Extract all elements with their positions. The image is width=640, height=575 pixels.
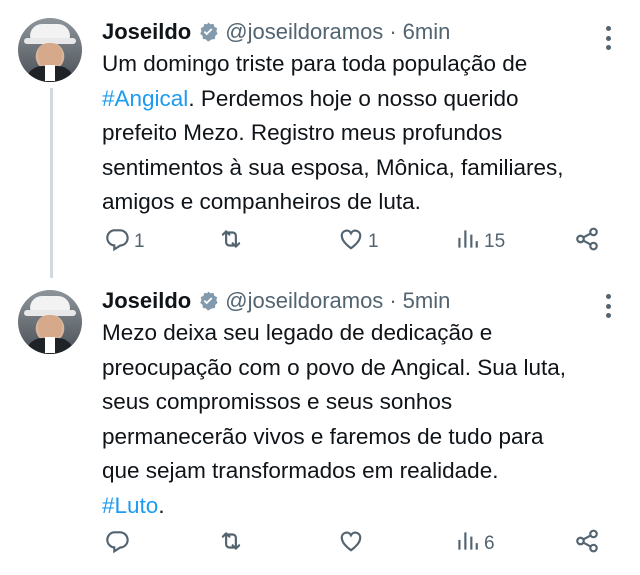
timestamp[interactable]: 5min [403, 287, 451, 315]
reply-icon [104, 528, 130, 560]
like-count: 1 [368, 231, 379, 252]
tweet-text-line: que sejam transformados em realidade. [102, 458, 499, 483]
verified-badge-icon [197, 21, 219, 43]
author-name[interactable]: Joseildo [102, 287, 191, 315]
heart-icon [338, 226, 364, 258]
separator-dot: · [389, 288, 397, 313]
hashtag-link[interactable]: #Luto [102, 493, 158, 518]
tweet-text-line: preocupação com o povo de Angical. Sua l… [102, 354, 567, 380]
tweet-text-line: amigos e companheiros de luta. [102, 189, 421, 214]
retweet-button[interactable] [218, 226, 248, 258]
reply-button[interactable] [104, 528, 134, 560]
timestamp[interactable]: 6min [403, 18, 451, 46]
share-button[interactable] [574, 226, 600, 258]
tweet-header: Joseildo @joseildoramos · 6min [102, 16, 450, 48]
views-count: 15 [484, 231, 506, 252]
author-name[interactable]: Joseildo [102, 18, 191, 46]
tweet-text-line: sentimentos à sua esposa, Mônica, famili… [102, 154, 564, 180]
views-icon [454, 226, 480, 258]
tweet-text-line: permanecerão vivos e faremos de tudo par… [102, 423, 544, 449]
like-button[interactable] [338, 528, 368, 560]
tweet-text-line: Um domingo triste para toda população de [102, 51, 528, 76]
share-icon [574, 226, 600, 258]
tweet[interactable]: Joseildo @joseildoramos · 6min Um doming… [0, 0, 640, 280]
tweet-text-fragment: . Perdemos hoje o nosso querido [188, 85, 519, 111]
tweet-text-line: #Luto. [102, 489, 627, 524]
author-handle[interactable]: @joseildoramos [225, 287, 383, 315]
tweet-header: Joseildo @joseildoramos · 5min [102, 285, 450, 317]
avatar[interactable] [18, 18, 82, 82]
verified-badge-icon [197, 290, 219, 312]
reply-button[interactable]: 1 [104, 226, 145, 258]
tweet-text-line: seus compromissos e seus sonhos [102, 389, 453, 414]
tweet-text-line: #Angical. Perdemos hoje o nosso querido [102, 82, 627, 117]
retweet-icon [218, 226, 244, 258]
tweet-text: Mezo deixa seu legado de dedicação e pre… [102, 316, 627, 523]
views-button[interactable]: 15 [454, 226, 505, 258]
tweet[interactable]: Joseildo @joseildoramos · 5min Mezo deix… [0, 280, 640, 575]
separator-dot: · [389, 19, 397, 44]
views-button[interactable]: 6 [454, 528, 495, 560]
views-icon [454, 528, 480, 560]
like-button[interactable]: 1 [338, 226, 379, 258]
tweet-text-line: Mezo deixa seu legado de dedicação e [102, 320, 493, 345]
more-icon[interactable] [604, 294, 612, 318]
action-bar: 1 1 15 [102, 226, 622, 258]
author-handle[interactable]: @joseildoramos [225, 18, 383, 46]
retweet-icon [218, 528, 244, 560]
reply-icon [104, 226, 130, 258]
retweet-button[interactable] [218, 528, 248, 560]
reply-count: 1 [134, 231, 145, 252]
tweet-text: Um domingo triste para toda população de… [102, 47, 627, 220]
views-count: 6 [484, 533, 495, 554]
share-button[interactable] [574, 528, 600, 560]
avatar[interactable] [18, 290, 82, 354]
hashtag-link[interactable]: #Angical [102, 86, 188, 111]
action-bar: 6 [102, 528, 622, 560]
tweet-text-fragment: . [158, 492, 165, 518]
share-icon [574, 528, 600, 560]
heart-icon [338, 528, 364, 560]
tweet-text-line: prefeito Mezo. Registro meus profundos [102, 120, 503, 145]
